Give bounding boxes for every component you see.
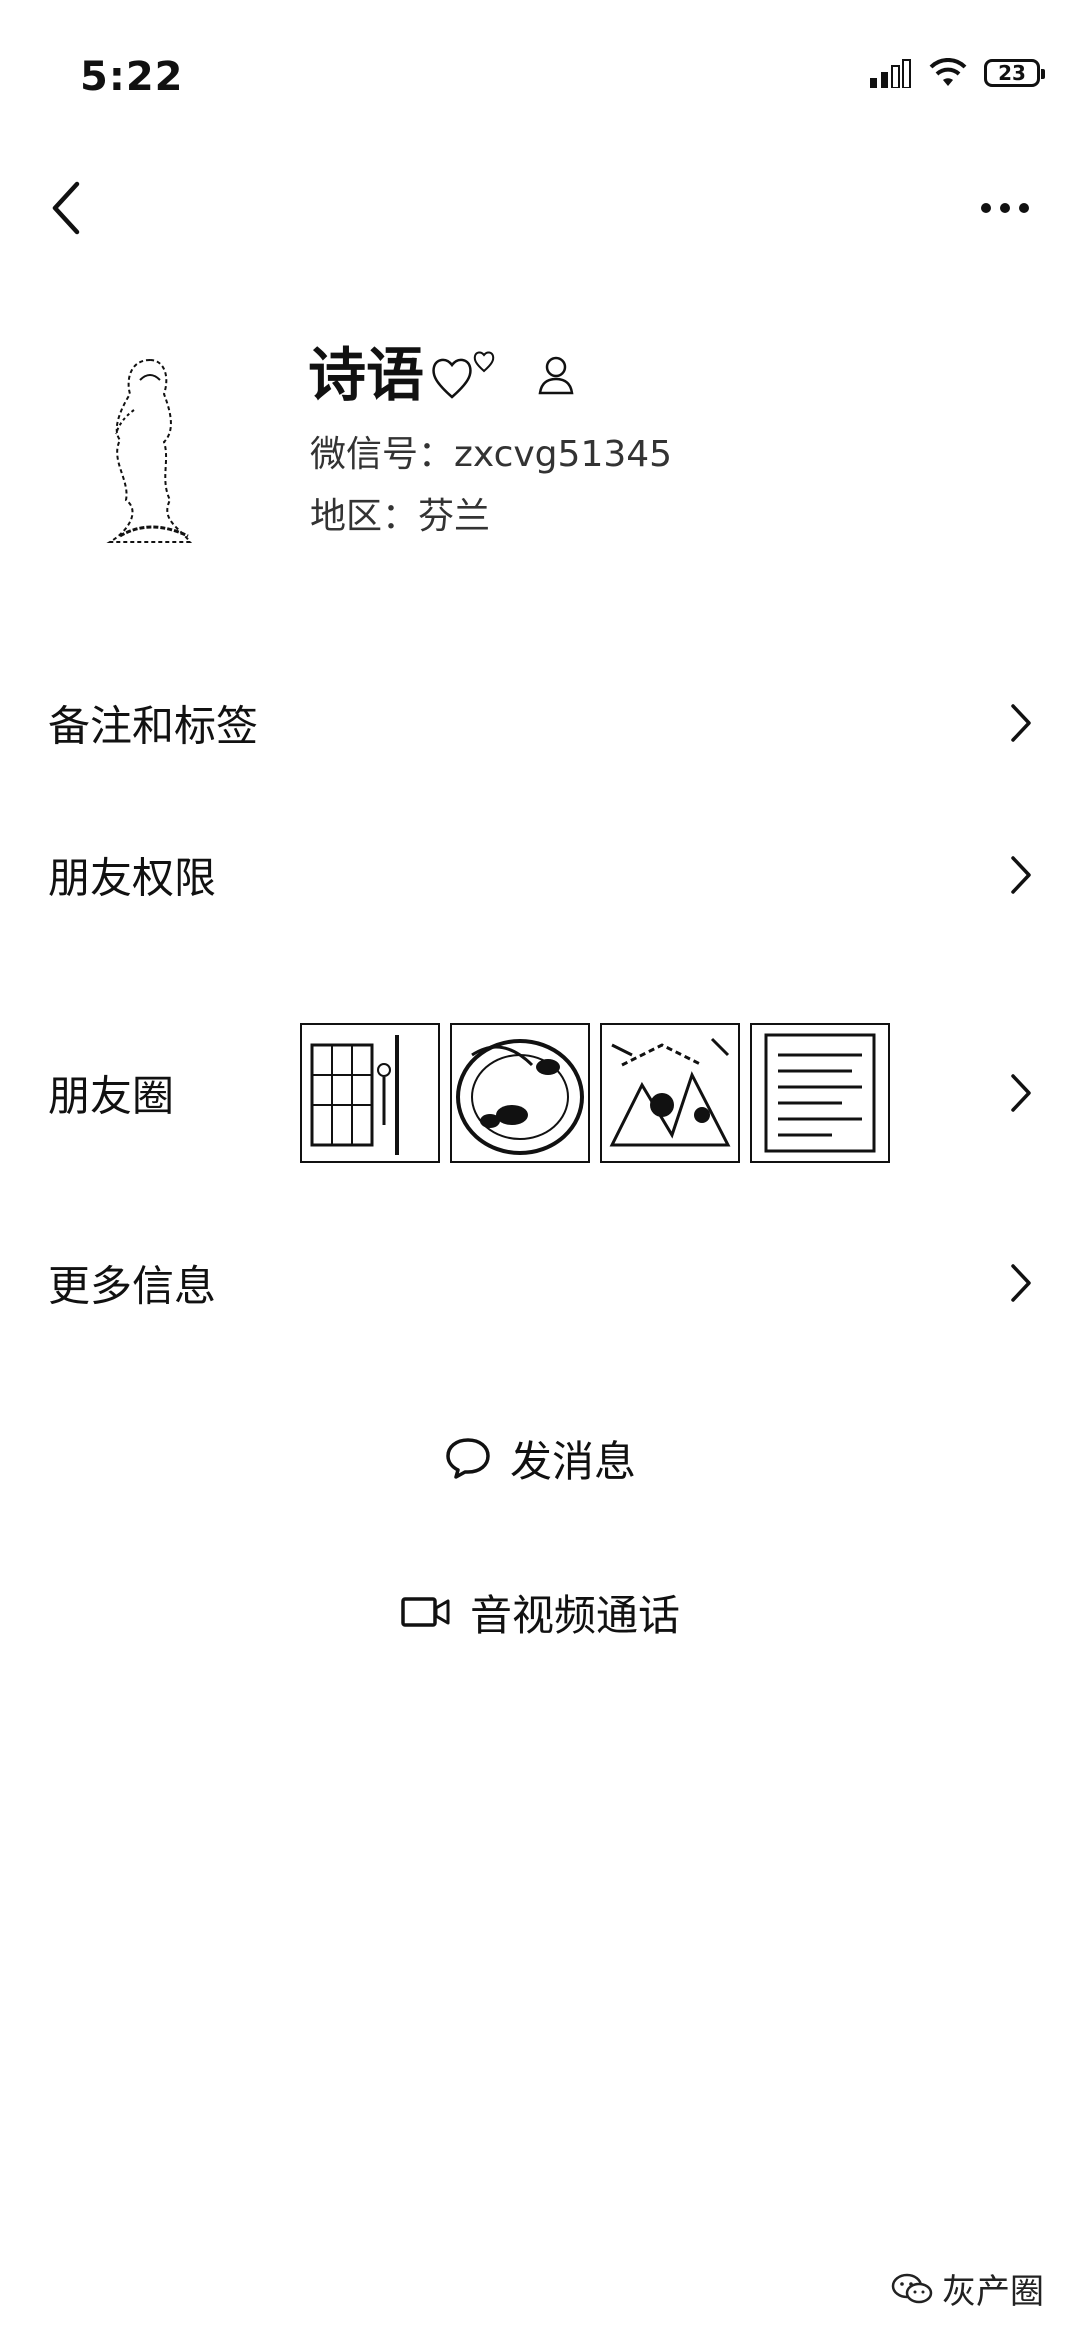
remark-and-tags-label: 备注和标签 <box>48 701 259 751</box>
send-message-button[interactable]: 发消息 <box>0 1408 1080 1508</box>
wechat-id-label: 微信号： <box>310 434 455 475</box>
watermark: 灰产圈 <box>890 2264 1044 2313</box>
profile-name-row: 诗语 <box>308 340 576 410</box>
region: 地区：芬兰 <box>310 494 490 540</box>
friend-permissions-row[interactable]: 朋友权限 <box>0 815 1080 935</box>
chevron-right-icon <box>1011 704 1031 742</box>
status-bar: 5:22 23 <box>0 0 1080 150</box>
hearts-icon <box>432 351 495 399</box>
battery-level: 23 <box>998 61 1026 85</box>
status-icons: 23 <box>868 58 1045 88</box>
thumbnail-graphic <box>609 1037 731 1147</box>
avatar-illustration <box>106 358 192 543</box>
moments-thumbnails <box>300 1023 890 1163</box>
wechat-id-value: zxcvg51345 <box>454 434 673 475</box>
thumbnail-graphic <box>456 1039 584 1155</box>
moments-thumbnail <box>300 1023 440 1163</box>
moments-thumbnail <box>450 1023 590 1163</box>
moments-thumbnail <box>750 1023 890 1163</box>
video-call-button[interactable]: 音视频通话 <box>0 1562 1080 1662</box>
wechat-channel-icon <box>891 2273 933 2303</box>
video-camera-icon <box>401 1597 450 1627</box>
more-dot <box>1000 203 1010 213</box>
chevron-right-icon <box>1011 1264 1031 1302</box>
more-dots-icon <box>981 203 991 213</box>
remark-and-tags-row[interactable]: 备注和标签 <box>0 663 1080 783</box>
chat-bubble-icon <box>446 1438 490 1479</box>
send-message-label: 发消息 <box>509 1436 636 1486</box>
chevron-right-icon <box>1011 856 1031 894</box>
status-time: 5:22 <box>80 54 184 100</box>
back-button[interactable] <box>36 168 96 248</box>
avatar[interactable] <box>90 350 220 550</box>
profile-name: 诗语 <box>308 341 425 409</box>
more-info-label: 更多信息 <box>48 1261 217 1311</box>
chevron-left-icon <box>52 181 80 235</box>
thumbnail-graphic <box>764 1033 876 1153</box>
region-label: 地区： <box>310 496 419 537</box>
friend-permissions-label: 朋友权限 <box>48 853 217 903</box>
wifi-icon <box>929 58 967 86</box>
thumbnail-graphic <box>310 1035 399 1155</box>
more-button[interactable] <box>970 178 1040 238</box>
more-info-row[interactable]: 更多信息 <box>0 1223 1080 1343</box>
watermark-text: 灰产圈 <box>942 2272 1044 2312</box>
moments-label: 朋友圈 <box>48 1071 175 1121</box>
more-dot <box>1019 203 1029 213</box>
signal-icon <box>870 59 911 88</box>
battery-icon: 23 <box>984 59 1045 87</box>
chevron-right-icon <box>1011 1074 1031 1112</box>
wechat-id: 微信号：zxcvg51345 <box>310 432 672 478</box>
region-value: 芬兰 <box>418 496 491 537</box>
moments-thumbnail <box>600 1023 740 1163</box>
moments-row[interactable]: 朋友圈 <box>0 1018 1080 1168</box>
video-call-label: 音视频通话 <box>469 1590 680 1640</box>
contact-person-icon <box>538 356 574 395</box>
